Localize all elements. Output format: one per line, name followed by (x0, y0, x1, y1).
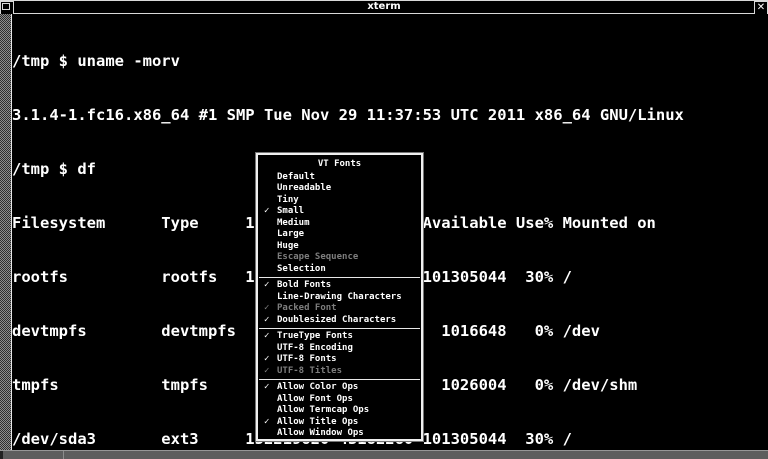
menu-item-tiny[interactable]: Tiny (258, 194, 421, 206)
menu-item-label: UTF-8 Fonts (277, 354, 337, 365)
check-icon: ✓ (264, 416, 270, 427)
menu-item-huge[interactable]: Huge (258, 240, 421, 252)
menu-item-label: UTF-8 Encoding (277, 342, 353, 353)
menu-item-label: Line-Drawing Characters (277, 291, 402, 302)
terminal-line: /tmp $ uname -morv (12, 52, 180, 70)
check-icon: ✓ (264, 303, 270, 314)
taskbar[interactable] (0, 450, 768, 459)
menu-separator (259, 378, 420, 380)
menu-title: VT Fonts (317, 159, 362, 169)
window-title: xterm (367, 1, 401, 12)
menu-item-utf8-encoding[interactable]: UTF-8 Encoding (258, 342, 421, 354)
menu-item-medium[interactable]: Medium (258, 217, 421, 229)
menu-item-default[interactable]: Default (258, 171, 421, 183)
menu-item-label: Large (277, 229, 305, 240)
menu-item-allow-color-ops[interactable]: ✓ Allow Color Ops (258, 382, 421, 394)
menu-item-large[interactable]: Large (258, 229, 421, 241)
menu-item-line-drawing-characters[interactable]: Line-Drawing Characters (258, 291, 421, 303)
vt-fonts-menu: VT Fonts Default Unreadable Tiny ✓ Small … (256, 153, 423, 441)
menu-item-selection[interactable]: Selection (258, 263, 421, 275)
menu-item-bold-fonts[interactable]: ✓ Bold Fonts (258, 280, 421, 292)
check-icon: ✓ (264, 354, 270, 365)
menu-separator (259, 327, 420, 329)
terminal-line: 3.1.4-1.fc16.x86_64 #1 SMP Tue Nov 29 11… (12, 106, 684, 124)
check-icon: ✓ (264, 206, 270, 217)
resize-handle[interactable] (3, 451, 64, 459)
menu-item-utf8-fonts[interactable]: ✓ UTF-8 Fonts (258, 354, 421, 366)
menu-item-label: UTF-8 Titles (277, 365, 343, 376)
menu-item-label: Medium (277, 217, 310, 228)
menu-item-label: Allow Title Ops (277, 416, 359, 427)
xterm-window: xterm ✕ /tmp $ uname -morv 3.1.4-1.fc16.… (0, 0, 768, 459)
menu-item-doublesized-characters[interactable]: ✓ Doublesized Characters (258, 314, 421, 326)
window-menu-button[interactable] (0, 1, 14, 15)
menu-item-label: Bold Fonts (277, 280, 332, 291)
menu-item-label: Huge (277, 240, 299, 251)
check-icon: ✓ (264, 382, 270, 393)
menu-item-label: Allow Color Ops (277, 382, 359, 393)
window-menu-icon (2, 3, 10, 10)
menu-item-allow-termcap-ops[interactable]: Allow Termcap Ops (258, 405, 421, 417)
menu-item-small[interactable]: ✓ Small (258, 206, 421, 218)
menu-item-label: Allow Font Ops (277, 393, 353, 404)
menu-item-label: Packed Font (277, 303, 337, 314)
menu-item-allow-title-ops[interactable]: ✓ Allow Title Ops (258, 416, 421, 428)
close-icon: ✕ (756, 2, 766, 13)
menu-item-utf8-titles[interactable]: ✓ UTF-8 Titles (258, 365, 421, 377)
check-icon: ✓ (264, 331, 270, 342)
menu-item-escape-sequence[interactable]: Escape Sequence (258, 252, 421, 264)
menu-item-label: Allow Termcap Ops (277, 405, 370, 416)
menu-item-label: Default (277, 171, 315, 182)
menu-item-label: TrueType Fonts (277, 331, 353, 342)
check-icon: ✓ (264, 280, 270, 291)
menu-item-label: Doublesized Characters (277, 314, 397, 325)
menu-item-unreadable[interactable]: Unreadable (258, 183, 421, 195)
close-button[interactable]: ✕ (754, 1, 768, 15)
menu-item-allow-window-ops[interactable]: Allow Window Ops (258, 428, 421, 440)
menu-separator (259, 276, 420, 278)
menu-item-label: Selection (277, 263, 326, 274)
menu-item-label: Small (277, 206, 305, 217)
menu-item-label: Tiny (277, 194, 299, 205)
menu-item-label: Allow Window Ops (277, 428, 364, 439)
menu-item-label: Escape Sequence (277, 252, 359, 263)
menu-item-allow-font-ops[interactable]: Allow Font Ops (258, 393, 421, 405)
menu-item-packed-font[interactable]: ✓ Packed Font (258, 303, 421, 315)
menu-item-label: Unreadable (277, 183, 332, 194)
scrollbar[interactable] (0, 14, 12, 450)
check-icon: ✓ (264, 314, 270, 325)
menu-item-truetype-fonts[interactable]: ✓ TrueType Fonts (258, 331, 421, 343)
check-icon: ✓ (264, 365, 270, 376)
titlebar[interactable]: xterm ✕ (0, 0, 768, 15)
